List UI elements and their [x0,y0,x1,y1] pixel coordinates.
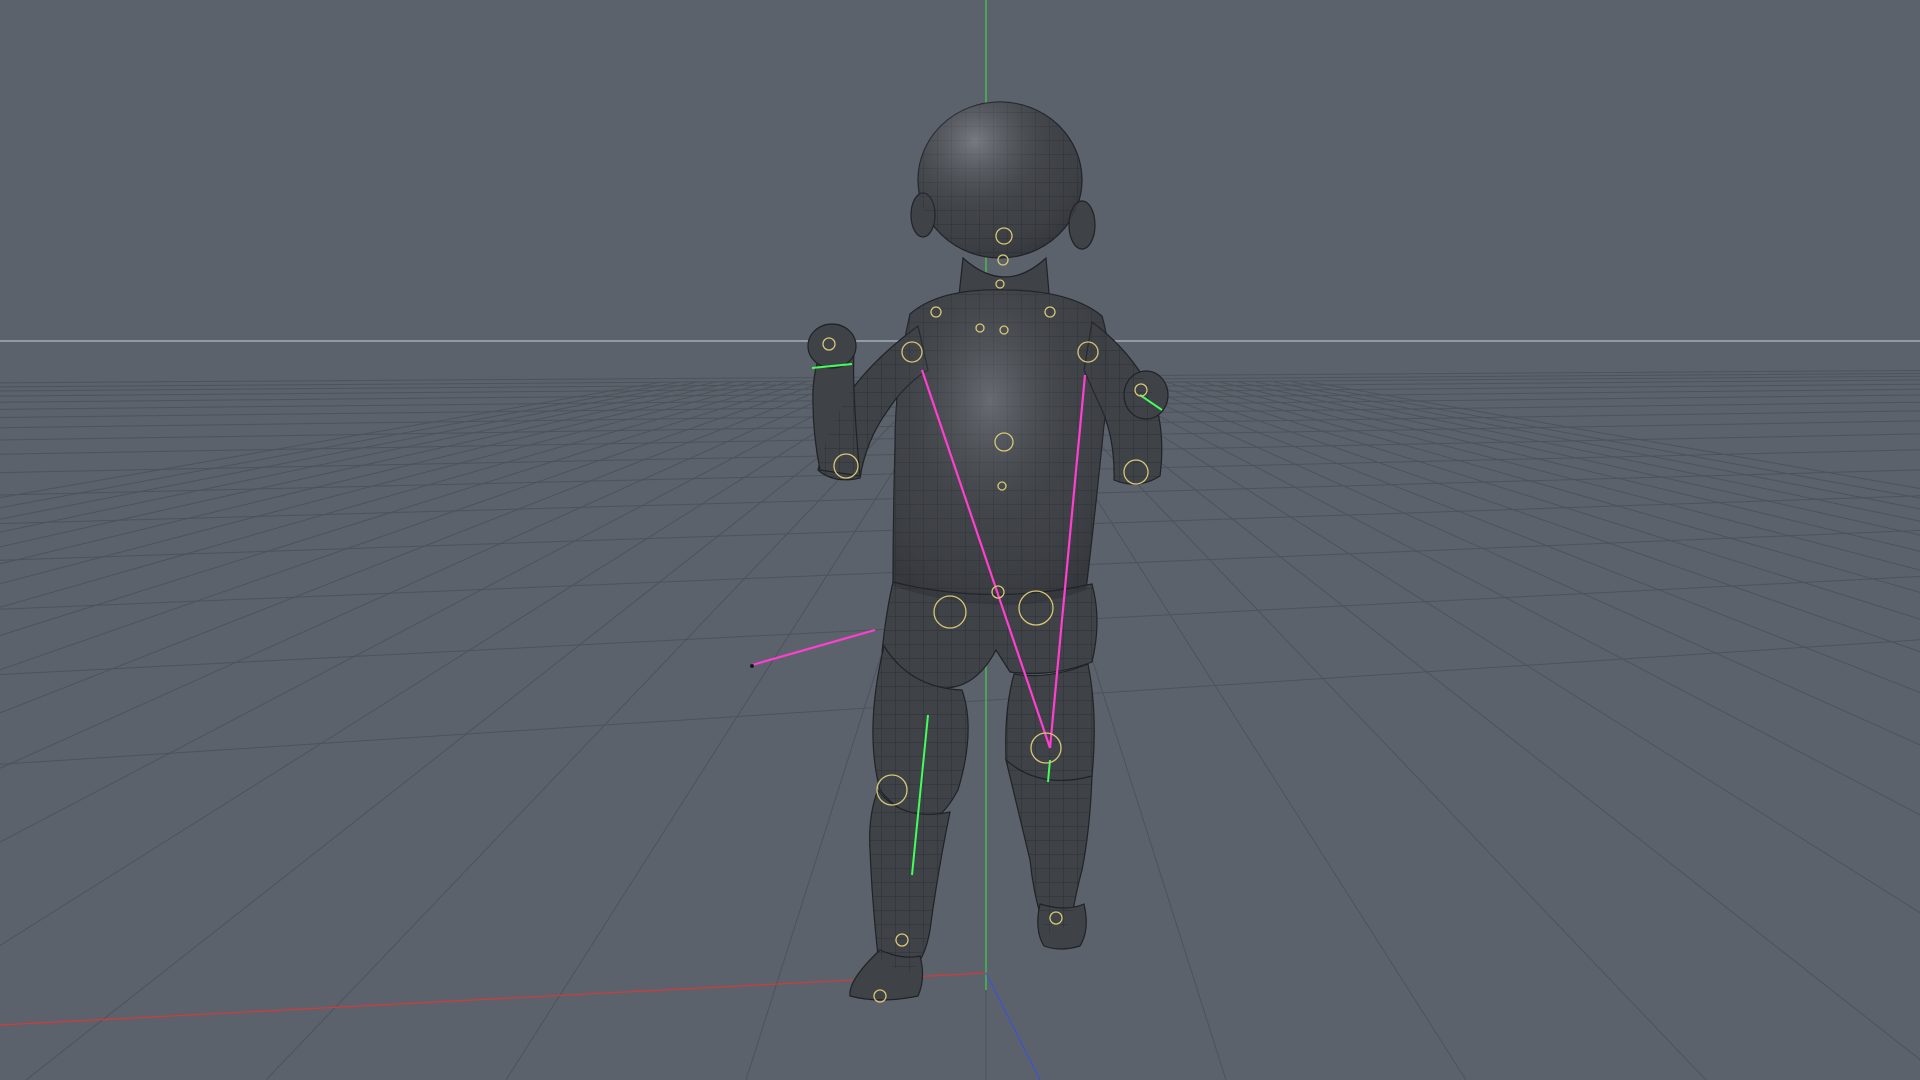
grid-line [1309,381,1920,490]
grid-line [1093,381,1920,816]
grid-line [25,381,915,1080]
grid-line [0,381,807,636]
z-axis-line [985,972,1041,1080]
grid-line [1237,381,1920,536]
character-mesh [807,101,1169,1001]
grid-line [0,381,879,843]
grid-line [1129,381,1920,694]
grid-line [0,381,789,608]
x-axis-line [0,972,987,1026]
grid-line [1039,381,1707,1080]
grid-line [1111,381,1920,746]
grid-line [1255,381,1920,522]
grid-line [1057,381,1920,1061]
head-shading [918,102,1082,258]
ik-end-point [750,664,754,668]
grid-line [0,381,861,769]
grid-line [1147,381,1920,653]
torso-shading [893,289,1110,606]
viewport-scene [0,0,1920,1080]
grid-line [1273,381,1920,510]
grid-line [0,381,663,499]
grid-line [0,381,897,947]
3d-viewport[interactable] [0,0,1920,1080]
left-hand-mesh [807,323,857,369]
grid-line [0,381,825,671]
